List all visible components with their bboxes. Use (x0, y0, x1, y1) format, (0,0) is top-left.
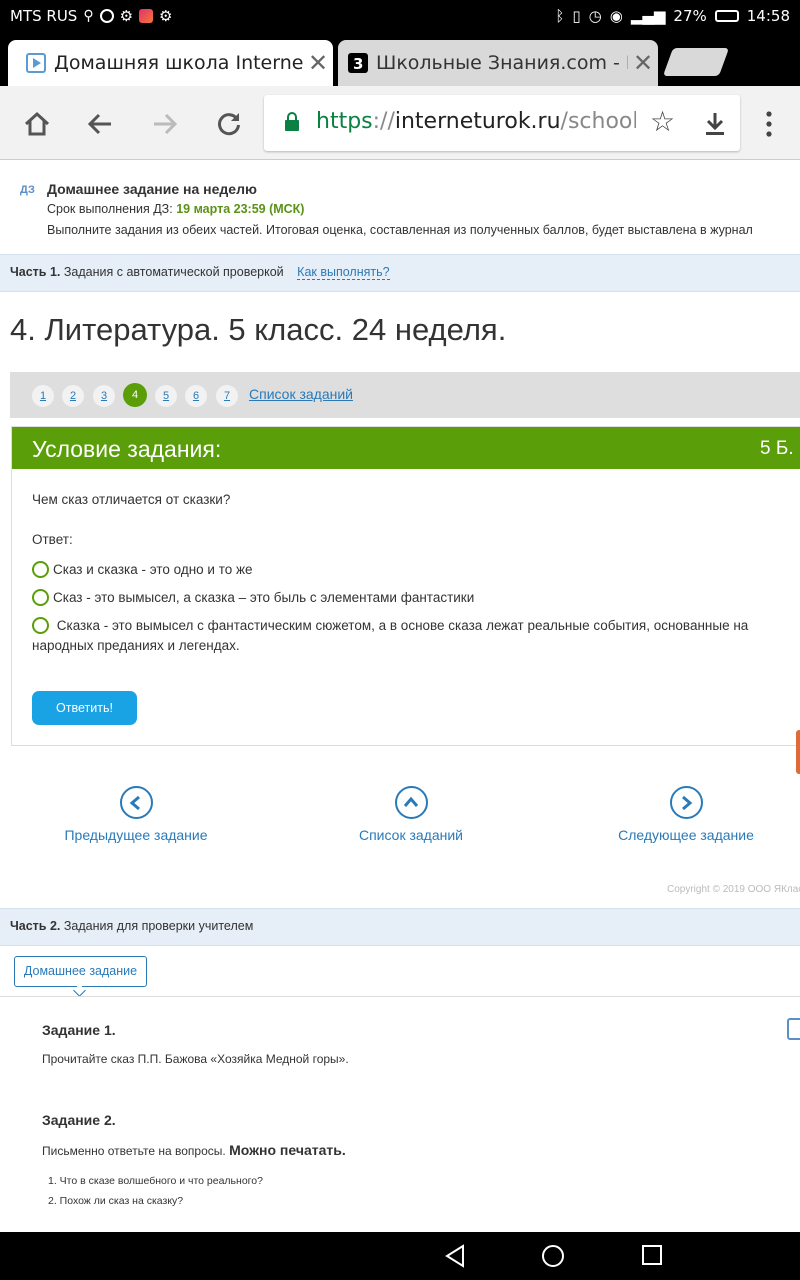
homework-instructions: Выполните задания из обеих частей. Итого… (47, 223, 753, 237)
chevron-up-icon (394, 786, 428, 819)
part2-bar: Часть 2. Задания для проверки учителем (0, 908, 800, 946)
search-icon: ⚲ (83, 8, 94, 24)
assignment-1-title: Задание 1. (42, 1022, 116, 1038)
lock-icon (285, 112, 299, 131)
alarm-icon: ◷ (588, 7, 602, 25)
settings-icon-2: ⚙ (159, 7, 173, 25)
radio-button[interactable] (32, 561, 49, 578)
radio-button[interactable] (32, 589, 49, 606)
signal-icon: ▂▄▆ (630, 7, 666, 25)
task-list-link[interactable]: Список заданий (249, 386, 353, 402)
chevron-right-icon (669, 786, 703, 819)
new-tab-button[interactable] (662, 48, 730, 76)
homework-tab[interactable]: Домашнее задание (14, 956, 147, 987)
close-tab-icon[interactable]: ✕ (303, 49, 333, 77)
pager-page-2[interactable]: 2 (62, 385, 84, 407)
answer-label: Ответ: (32, 532, 73, 547)
forward-icon[interactable] (145, 104, 185, 144)
svg-text:3: 3 (353, 55, 363, 73)
carrier-label: MTS RUS (10, 7, 78, 25)
znanija-logo-icon: 3 (348, 53, 368, 73)
system-nav-bar (0, 1232, 800, 1280)
list-item: 2. Похож ли сказ на сказку? (48, 1195, 184, 1207)
back-icon[interactable] (80, 104, 120, 144)
answer-option-1[interactable]: Сказ и сказка - это одно и то же (32, 560, 792, 580)
recents-square-icon[interactable] (641, 1244, 663, 1266)
answer-option-2[interactable]: Сказ - это вымысел, а сказка – это быль … (32, 588, 792, 608)
copyright-text: Copyright © 2019 ООО ЯКласс (667, 884, 800, 895)
task-list-nav-link[interactable]: Список заданий (291, 786, 531, 843)
tab-title: Школьные Знания.com - Реш (376, 52, 628, 74)
task-header-title: Условие задания: (32, 436, 222, 462)
browser-toolbar: https://interneturok.ru/school/lesson ☆ (0, 86, 800, 160)
clock: 14:58 (746, 7, 790, 25)
pager-page-3[interactable]: 3 (93, 385, 115, 407)
home-icon[interactable] (17, 104, 57, 144)
bluetooth-icon: ᛒ (555, 7, 565, 25)
star-icon[interactable]: ☆ (650, 105, 675, 138)
video-play-icon (26, 53, 46, 73)
assignment-1-text: Прочитайте сказ П.П. Бажова «Хозяйка Мед… (42, 1052, 349, 1066)
web-page: ДЗ Домашнее задание на неделю Срок выпол… (0, 160, 800, 1232)
assignment-2-text: Письменно ответьте на вопросы. Можно печ… (42, 1142, 346, 1158)
settings-icon: ⚙ (119, 7, 134, 25)
tab-interneturok[interactable]: Домашняя школа InternetUr ✕ (8, 40, 333, 86)
next-task-link[interactable]: Следующее задание (566, 786, 800, 843)
status-bar: MTS RUS ⚲ ⚙ ⚙ ᛒ ▯ ◷ ◉ ▂▄▆ 27% 14:58 (0, 0, 800, 34)
address-bar[interactable]: https://interneturok.ru/school/lesson ☆ (264, 95, 740, 151)
instagram-icon (139, 9, 154, 23)
homework-tag: ДЗ (20, 184, 35, 196)
browser-tab-bar: Домашняя школа InternetUr ✕ 3 Школьные З… (0, 34, 800, 86)
task-points: 5 Б. (760, 438, 794, 459)
reload-icon[interactable] (209, 104, 249, 144)
tab-title: Домашняя школа InternetUr (54, 52, 303, 74)
question-text: Чем сказ отличается от сказки? (32, 492, 231, 507)
task-card: Условие задания: 5 Б. Чем сказ отличаетс… (11, 426, 800, 746)
homework-title: Домашнее задание на неделю (47, 181, 257, 197)
download-icon[interactable] (704, 111, 726, 137)
prev-task-link[interactable]: Предыдущее задание (16, 786, 256, 843)
pager-page-6[interactable]: 6 (185, 385, 207, 407)
chrome-icon (99, 9, 114, 23)
task-pager: 1 2 3 4 5 6 7 Список заданий (10, 372, 800, 418)
back-triangle-icon[interactable] (444, 1244, 466, 1268)
pager-page-4-current[interactable]: 4 (123, 383, 147, 407)
answer-option-3[interactable]: Сказка - это вымысел с фантастическим сю… (32, 616, 792, 656)
tab-znanija[interactable]: 3 Школьные Знания.com - Реш ✕ (338, 40, 658, 86)
list-item: 1. Что в сказе волшебного и что реальног… (48, 1175, 263, 1187)
battery-icon (714, 10, 739, 22)
pager-page-5[interactable]: 5 (155, 385, 177, 407)
vibrate-icon: ▯ (572, 7, 581, 25)
part1-bar: Часть 1. Задания с автоматической провер… (0, 254, 800, 292)
task-header: Условие задания: 5 Б. (12, 427, 800, 469)
feedback-side-tab[interactable] (796, 730, 800, 774)
battery-percent: 27% (673, 7, 707, 25)
close-tab-icon[interactable]: ✕ (628, 49, 658, 77)
homework-deadline: Срок выполнения ДЗ: 19 марта 23:59 (МСК) (47, 202, 305, 216)
how-to-link[interactable]: Как выполнять? (297, 265, 390, 280)
pager-page-1[interactable]: 1 (32, 385, 54, 407)
divider (0, 996, 800, 997)
submit-answer-button[interactable]: Ответить! (32, 691, 137, 725)
home-circle-icon[interactable] (541, 1244, 565, 1268)
chevron-left-icon (119, 786, 153, 819)
assignment-2-title: Задание 2. (42, 1112, 116, 1128)
radio-button[interactable] (32, 617, 49, 634)
url-text: https://interneturok.ru/school/lesson (316, 109, 636, 134)
eye-icon: ◉ (609, 7, 623, 25)
print-icon[interactable] (787, 1018, 800, 1040)
page-title: 4. Литература. 5 класс. 24 неделя. (10, 312, 507, 347)
pager-page-7[interactable]: 7 (216, 385, 238, 407)
menu-icon[interactable] (749, 104, 789, 144)
